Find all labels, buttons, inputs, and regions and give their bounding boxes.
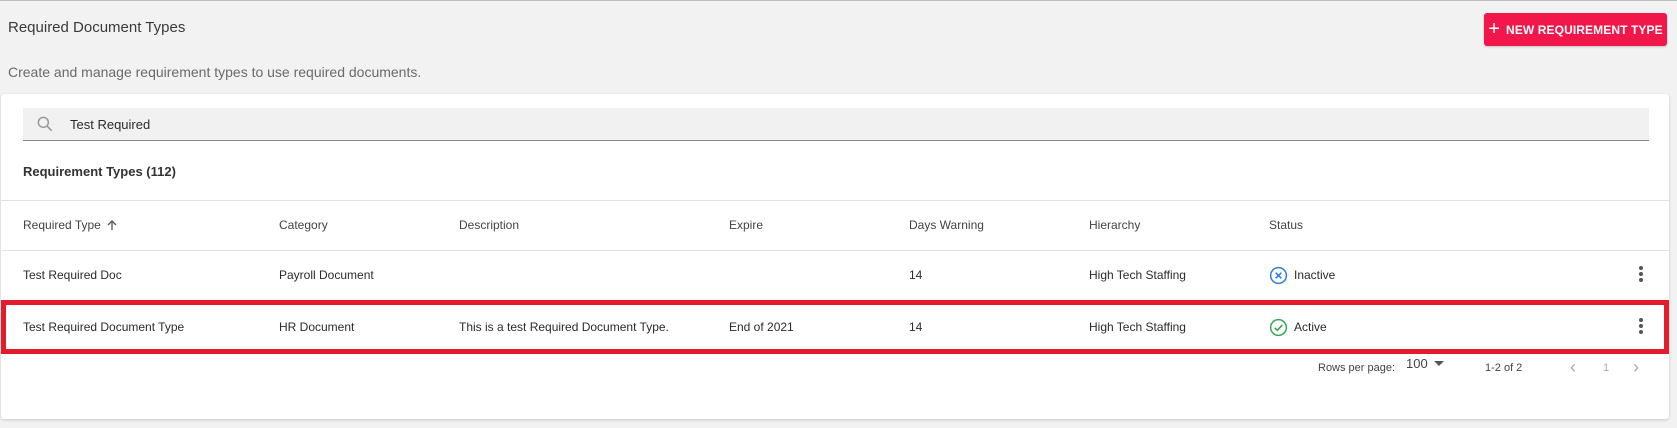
search-input[interactable] [68,115,1568,133]
new-requirement-type-label: NEW REQUIREMENT TYPE [1506,22,1663,37]
rows-per-page-label: Rows per page: [1318,362,1396,374]
requirement-types-card: Requirement Types (112) Required Type Ca… [1,94,1669,419]
status-label: Active [1294,320,1327,334]
column-header-category: Category [279,218,328,232]
cell-days-warning: 14 [909,268,923,282]
pagination-footer: Rows per page: 100 1-2 of 2 ‹ 1 › [1,344,1669,394]
search-bar [23,108,1649,141]
next-page-icon[interactable]: › [1633,358,1647,376]
top-border [0,0,1677,1]
plus-icon: + [1488,17,1501,40]
column-header-days-warning: Days Warning [909,218,984,232]
inactive-x-circle-icon [1269,266,1288,284]
cell-hierarchy: High Tech Staffing [1089,268,1186,282]
column-header-required-type[interactable]: Required Type [23,200,118,250]
column-header-hierarchy: Hierarchy [1089,218,1141,232]
sort-ascending-icon [107,220,117,230]
column-header-expire: Expire [729,218,764,232]
cell-required-type: Test Required Doc [23,268,122,282]
search-icon [37,116,53,132]
section-title: Requirement Types (112) [23,164,176,179]
status-label: Inactive [1294,268,1336,282]
column-header-description: Description [459,218,520,232]
cell-category: Payroll Document [279,268,374,282]
caret-down-icon [1433,361,1444,366]
row-actions-menu-icon[interactable] [1638,266,1644,284]
rows-per-page-select[interactable]: 100 [1406,356,1444,371]
table-header-row: Required Type Category Description Expir… [1,200,1669,250]
new-requirement-type-button[interactable]: + NEW REQUIREMENT TYPE [1484,13,1667,46]
column-header-status: Status [1269,218,1304,232]
current-page-number[interactable]: 1 [1603,362,1609,374]
page-subtitle: Create and manage requirement types to u… [8,64,422,80]
page-title: Required Document Types [8,19,186,36]
cell-status: Inactive [1269,250,1335,300]
table-row[interactable]: Test Required Doc Payroll Document 14 Hi… [1,250,1669,300]
previous-page-icon[interactable]: ‹ [1570,358,1584,376]
pagination-range: 1-2 of 2 [1485,362,1523,374]
column-header-label: Required Type [23,218,101,232]
rows-per-page-value: 100 [1406,356,1428,371]
row-actions-menu-icon[interactable] [1638,318,1644,336]
active-check-circle-icon [1269,318,1288,336]
